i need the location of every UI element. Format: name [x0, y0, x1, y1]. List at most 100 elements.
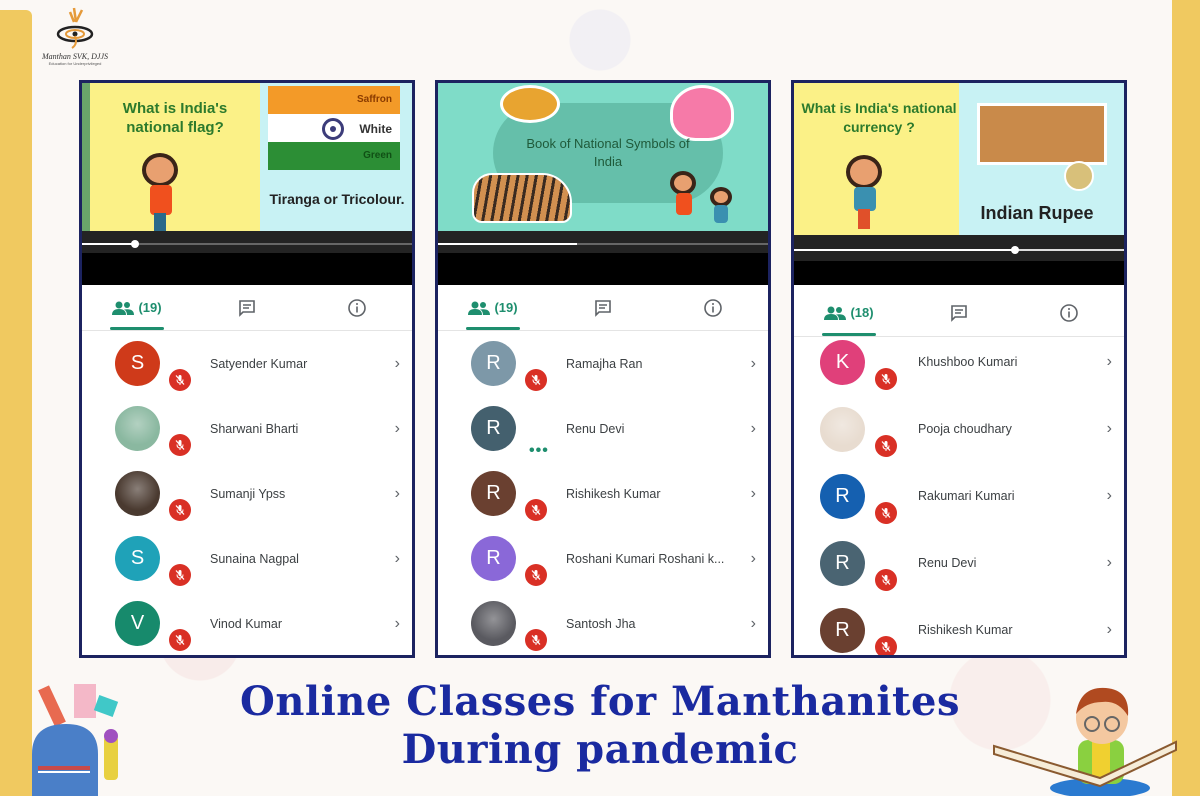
tab-chat[interactable] — [904, 289, 1014, 336]
meeting-tabs: (19) — [438, 285, 768, 331]
chevron-right-icon[interactable]: › — [751, 355, 756, 373]
avatar: V — [115, 601, 160, 646]
tab-info[interactable] — [1014, 289, 1124, 336]
tab-info[interactable] — [658, 285, 768, 330]
avatar: R — [820, 474, 865, 519]
video-player[interactable]: What is India's national currency ? Indi… — [794, 83, 1124, 285]
mic-off-icon — [531, 375, 541, 385]
avatar: R — [820, 608, 865, 653]
avatar: R — [471, 406, 516, 451]
headline-line-2: During pandemic — [401, 726, 799, 773]
video-progress-bar[interactable] — [794, 246, 1124, 254]
ashoka-chakra-icon — [322, 118, 344, 140]
tab-participants[interactable]: (19) — [82, 285, 192, 330]
logo-title: Manthan SVK, DJJS — [42, 52, 108, 61]
logo-subtitle: Education for Underprivileged — [48, 61, 102, 66]
participant-row[interactable]: R Rakumari Kumari › — [794, 471, 1124, 538]
chevron-right-icon[interactable]: › — [1107, 621, 1112, 639]
tab-participants[interactable]: (18) — [794, 289, 904, 336]
avatar-initial: R — [486, 417, 501, 439]
participant-row[interactable]: R Ramajha Ran › — [438, 331, 768, 396]
chevron-right-icon[interactable]: › — [751, 615, 756, 633]
muted-badge — [875, 502, 897, 524]
chat-icon — [595, 299, 611, 317]
participant-name: Rishikesh Kumar — [566, 486, 661, 501]
avatar-initial: V — [130, 612, 145, 634]
chevron-right-icon[interactable]: › — [395, 485, 400, 503]
mic-off-icon — [881, 441, 891, 451]
muted-badge — [169, 369, 191, 391]
video-progress-bar[interactable] — [438, 243, 768, 245]
chevron-right-icon[interactable]: › — [1107, 420, 1112, 438]
participant-name: Satyender Kumar — [210, 356, 308, 371]
tab-info[interactable] — [302, 285, 412, 330]
participant-row[interactable]: R Roshani Kumari Roshani k... › — [438, 526, 768, 591]
participant-row[interactable]: S Satyender Kumar › — [82, 331, 412, 396]
participant-row[interactable]: R Rishikesh Kumar › — [438, 461, 768, 526]
chevron-right-icon[interactable]: › — [1107, 487, 1112, 505]
video-caption: Indian Rupee — [980, 203, 1094, 223]
participant-name: Vinod Kumar — [210, 616, 283, 631]
phone-screen-1: What is India's national flag? Saffron W… — [79, 80, 415, 658]
chevron-right-icon[interactable]: › — [1107, 554, 1112, 572]
participant-name: Ramajha Ran — [566, 356, 643, 371]
participants-count: (18) — [850, 305, 874, 320]
participant-row[interactable]: Sumanji Ypss › — [82, 461, 412, 526]
chevron-right-icon[interactable]: › — [395, 355, 400, 373]
participant-row[interactable]: Santosh Jha › — [438, 591, 768, 655]
avatar: R — [471, 471, 516, 516]
flag-saffron-label: Saffron — [268, 86, 400, 114]
logo-swirl-icon — [56, 7, 94, 49]
video-player[interactable]: Book of National Symbols of India — [438, 83, 768, 285]
avatar — [115, 471, 160, 516]
chevron-right-icon[interactable]: › — [1107, 353, 1112, 371]
video-player[interactable]: What is India's national flag? Saffron W… — [82, 83, 412, 285]
people-icon — [112, 301, 135, 315]
chevron-right-icon[interactable]: › — [395, 420, 400, 438]
tab-chat[interactable] — [192, 285, 302, 330]
avatar: K — [820, 340, 865, 385]
tab-participants[interactable]: (19) — [438, 285, 548, 330]
mic-off-icon — [881, 642, 891, 652]
chevron-right-icon[interactable]: › — [751, 550, 756, 568]
participant-row[interactable]: K Khushboo Kumari › — [794, 337, 1124, 404]
mic-off-icon — [175, 505, 185, 515]
people-icon — [468, 301, 491, 315]
tiger-illustration — [472, 173, 572, 223]
tab-chat[interactable] — [548, 285, 658, 330]
avatar — [471, 601, 516, 646]
chevron-right-icon[interactable]: › — [395, 615, 400, 633]
rupee-note-illustration — [977, 103, 1107, 165]
participant-name: Rakumari Kumari — [918, 489, 1015, 503]
avatar-initial: S — [130, 547, 145, 569]
mic-off-icon — [175, 440, 185, 450]
flag-green-label: Green — [268, 142, 400, 170]
video-progress-fill — [82, 243, 135, 245]
participant-row[interactable]: R Renu Devi › — [794, 538, 1124, 605]
participant-row[interactable]: Sharwani Bharti › — [82, 396, 412, 461]
avatar-initial: K — [835, 351, 850, 373]
mic-off-icon — [175, 570, 185, 580]
video-progress-bar[interactable] — [82, 240, 412, 248]
chevron-right-icon[interactable]: › — [395, 550, 400, 568]
participant-row[interactable]: Pooja choudhary › — [794, 404, 1124, 471]
muted-badge — [875, 368, 897, 390]
chevron-right-icon[interactable]: › — [751, 420, 756, 438]
avatar-initial: R — [486, 482, 501, 504]
mic-off-icon — [175, 375, 185, 385]
muted-badge — [525, 564, 547, 586]
video-frame: What is India's national currency ? Indi… — [794, 83, 1124, 235]
participants-count: (19) — [494, 300, 518, 315]
avatar-initial: R — [486, 352, 501, 374]
participant-row[interactable]: V Vinod Kumar › — [82, 591, 412, 655]
video-progress-thumb[interactable] — [130, 240, 139, 248]
video-progress-fill — [438, 243, 577, 245]
participant-row[interactable]: R ••• Renu Devi › — [438, 396, 768, 461]
video-progress-fill — [794, 249, 1016, 251]
participant-row[interactable]: S Sunaina Nagpal › — [82, 526, 412, 591]
participant-row[interactable]: R Rishikesh Kumar › — [794, 605, 1124, 655]
avatar-initial: S — [130, 352, 145, 374]
avatar — [115, 406, 160, 451]
chevron-right-icon[interactable]: › — [751, 485, 756, 503]
mic-off-icon — [531, 505, 541, 515]
